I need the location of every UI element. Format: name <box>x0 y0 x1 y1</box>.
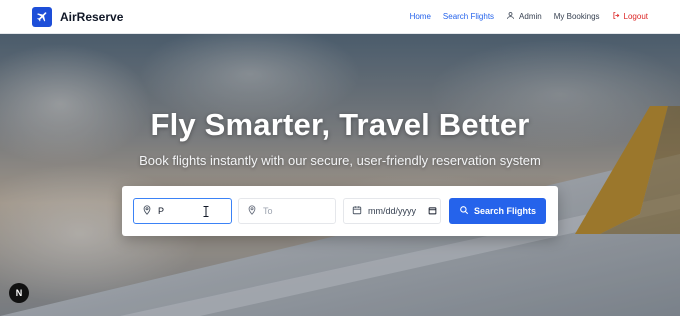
brand[interactable]: AirReserve <box>32 6 124 27</box>
calendar-icon <box>352 205 362 217</box>
navbar: AirReserve Home Search Flights Admin My … <box>0 0 680 34</box>
hero-section: Fly Smarter, Travel Better Book flights … <box>0 34 680 316</box>
to-input[interactable] <box>263 206 323 216</box>
date-field[interactable]: mm/dd/yyyy <box>343 198 441 224</box>
nav-my-bookings-link[interactable]: My Bookings <box>554 12 600 21</box>
text-cursor-icon <box>203 206 209 219</box>
hero-subtitle: Book flights instantly with our secure, … <box>139 153 541 168</box>
nav-user-name: Admin <box>519 12 542 21</box>
from-input[interactable] <box>158 206 218 216</box>
user-icon <box>506 11 515 22</box>
nav-user[interactable]: Admin <box>506 11 542 22</box>
nav-search-flights-link[interactable]: Search Flights <box>443 12 494 21</box>
nav-links: Home Search Flights Admin My Bookings Lo… <box>410 11 648 22</box>
hero-overlay <box>0 34 680 316</box>
from-field[interactable] <box>133 198 232 224</box>
hero-title: Fly Smarter, Travel Better <box>150 107 530 142</box>
date-input[interactable]: mm/dd/yyyy <box>368 206 416 216</box>
brand-name: AirReserve <box>60 9 124 24</box>
search-flights-label: Search Flights <box>473 206 536 216</box>
logout-button[interactable]: Logout <box>612 11 648 22</box>
logout-icon <box>612 11 621 22</box>
search-flights-button[interactable]: Search Flights <box>449 198 546 224</box>
plane-icon <box>32 6 52 27</box>
nav-home-link[interactable]: Home <box>410 12 431 21</box>
location-pin-icon <box>247 205 257 217</box>
location-pin-icon <box>142 205 152 217</box>
flight-search-form: mm/dd/yyyy Search Flights <box>122 186 558 236</box>
date-picker-icon[interactable] <box>428 206 437 217</box>
logout-label: Logout <box>623 12 648 21</box>
dev-tools-badge[interactable]: N <box>9 283 29 303</box>
to-field[interactable] <box>238 198 336 224</box>
search-icon <box>459 205 469 217</box>
